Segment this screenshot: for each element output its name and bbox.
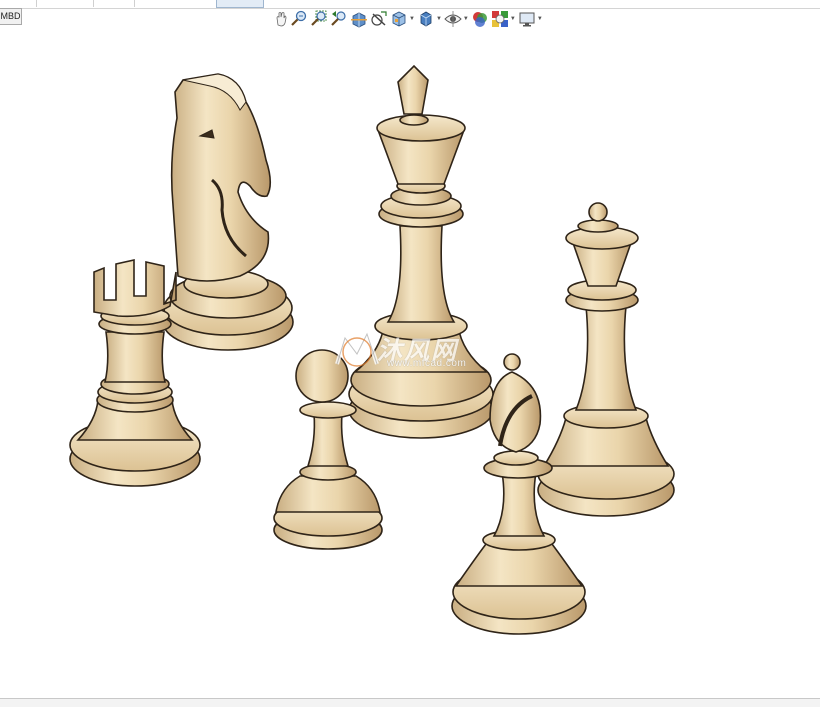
section-view-button[interactable]	[350, 10, 368, 28]
chevron-down-icon: ▼	[462, 16, 469, 22]
chess-queen[interactable]	[537, 202, 675, 517]
document-tab[interactable]	[37, 0, 94, 7]
view-settings-button[interactable]: ▼	[518, 10, 543, 28]
zoom-to-fit-button[interactable]	[290, 10, 308, 28]
apply-scene-button[interactable]: ▼	[491, 10, 516, 28]
mbd-tab[interactable]: MBD	[0, 8, 22, 25]
hand-button[interactable]	[274, 10, 288, 28]
document-tab-active[interactable]	[216, 0, 264, 8]
zoom-to-area-icon	[311, 10, 327, 26]
hand-icon	[276, 12, 287, 27]
hide-show-items-icon	[444, 11, 462, 27]
dynamic-annotation-icon	[371, 11, 387, 26]
display-style-button[interactable]: ▼	[417, 10, 442, 28]
heads-up-view-toolbar: ▼ ▼ ▼ ▼ ▼	[274, 10, 545, 28]
section-view-icon	[351, 12, 367, 28]
dynamic-annotation-button[interactable]	[370, 10, 388, 28]
chevron-down-icon: ▼	[509, 16, 516, 22]
chevron-down-icon: ▼	[409, 16, 415, 22]
display-style-icon	[420, 11, 432, 27]
apply-scene-icon	[491, 11, 508, 27]
chevron-down-icon: ▼	[536, 16, 543, 22]
document-tab[interactable]	[94, 0, 135, 7]
view-settings-icon	[519, 12, 535, 27]
view-orientation-icon	[392, 11, 406, 27]
zoom-to-area-button[interactable]	[310, 10, 328, 28]
document-tab-strip	[0, 0, 820, 9]
view-orientation-button[interactable]: ▼	[390, 10, 415, 28]
chevron-down-icon: ▼	[435, 16, 442, 22]
zoom-to-fit-icon	[291, 10, 307, 26]
graphics-area[interactable]	[0, 29, 820, 698]
previous-view-button[interactable]	[330, 10, 348, 28]
chess-knight[interactable]	[162, 73, 294, 351]
edit-appearance-icon	[472, 12, 487, 27]
edit-appearance-button[interactable]	[471, 10, 489, 28]
previous-view-icon	[331, 11, 346, 26]
hide-show-items-button[interactable]: ▼	[444, 10, 469, 28]
chess-king[interactable]	[348, 64, 494, 439]
document-tab[interactable]	[0, 0, 37, 7]
